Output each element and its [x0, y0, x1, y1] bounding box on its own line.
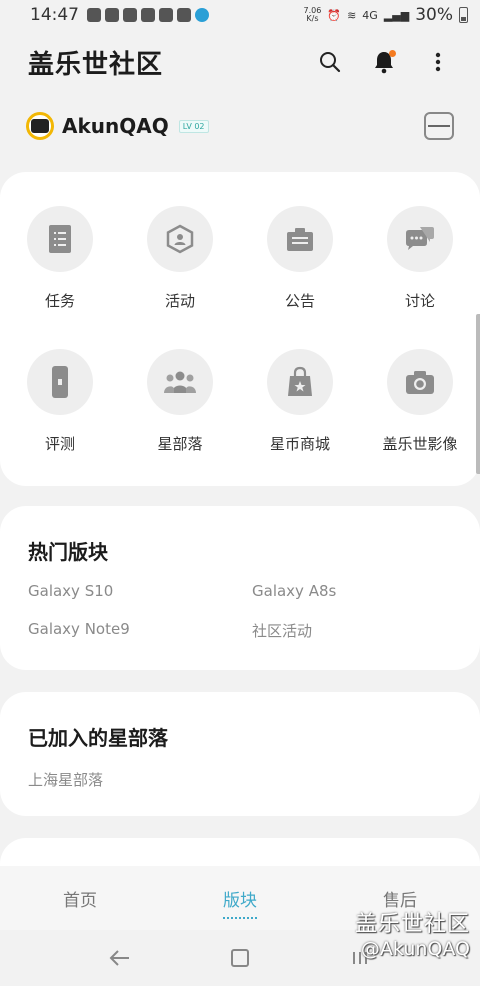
wechat-icon [105, 8, 119, 22]
grid-label: 星币商城 [269, 435, 330, 453]
signal-icon: ▂▄▆ [383, 8, 410, 22]
watermark-title: 盖乐世社区 [354, 912, 470, 937]
grid-label: 讨论 [404, 292, 435, 310]
wechat-icon [123, 8, 137, 22]
level-badge: LV 02 [178, 119, 209, 133]
section-title: 已加入的星部落 [28, 726, 168, 750]
grid-label: 公告 [284, 292, 315, 310]
search-icon [320, 52, 341, 73]
section-link-community-events[interactable]: 社区活动 [252, 620, 452, 641]
wechat-icon [87, 8, 101, 22]
user-profile-row[interactable]: AkunQAQ LV 02 [26, 108, 454, 144]
tribe-link-shanghai[interactable]: 上海星部落 [28, 769, 103, 790]
watermark-handle: @AkunQAQ [360, 938, 470, 960]
notification-icons [87, 8, 209, 22]
more-vertical-icon [435, 52, 441, 72]
scan-button[interactable] [424, 112, 454, 140]
grid-label: 盖乐世影像 [382, 435, 458, 453]
shield-check-icon [195, 8, 209, 22]
phone-review-icon [52, 366, 68, 398]
status-time: 14:47 [30, 5, 79, 25]
followed-tribes-card: 已加入的星部落 上海星部落 [0, 692, 480, 816]
alarm-icon: ⏰ [327, 8, 342, 22]
avatar[interactable] [26, 112, 54, 140]
grid-item-task[interactable]: 任务 [0, 206, 120, 311]
battery-icon [459, 7, 468, 23]
hot-sections-list: Galaxy S10 Galaxy A8s Galaxy Note9 社区活动 [28, 582, 458, 641]
home-square-icon [231, 949, 249, 967]
camera-icon [406, 371, 434, 394]
grid-item-discussion[interactable]: 讨论 [360, 206, 480, 311]
task-list-icon [49, 225, 71, 253]
notification-button[interactable] [370, 48, 398, 76]
feature-grid-card: 任务 活动 公告 讨论 评测 星部落 星币商城 盖乐世影像 [0, 172, 480, 486]
hot-sections-card: 热门版块 Galaxy S10 Galaxy A8s Galaxy Note9 … [0, 506, 480, 670]
group-people-icon [164, 371, 196, 393]
section-title: 热门版块 [28, 540, 108, 564]
notification-dot [389, 50, 396, 57]
grid-label: 任务 [44, 292, 75, 310]
grid-item-review[interactable]: 评测 [0, 349, 120, 454]
grid-item-activity[interactable]: 活动 [120, 206, 240, 311]
grid-item-star-mall[interactable]: 星币商城 [240, 349, 360, 454]
chat-bubbles-icon [406, 227, 434, 250]
back-button[interactable] [100, 938, 140, 978]
notice-board-icon [287, 228, 313, 251]
section-link-galaxy-a8s[interactable]: Galaxy A8s [252, 582, 452, 600]
page-title: 盖乐世社区 [28, 49, 164, 80]
search-button[interactable] [316, 48, 344, 76]
grid-label: 活动 [164, 292, 195, 310]
grid-item-tribe[interactable]: 星部落 [120, 349, 240, 454]
section-link-galaxy-s10[interactable]: Galaxy S10 [28, 582, 252, 600]
grid-label: 评测 [44, 435, 75, 453]
activity-hexagon-icon [166, 224, 194, 254]
scan-icon [428, 125, 450, 127]
battery-percent: 30% [415, 5, 453, 25]
home-button[interactable] [220, 938, 260, 978]
scrollbar[interactable] [476, 314, 480, 474]
wifi-icon: ≋ [347, 8, 357, 22]
network-speed: 7.06 K/s [303, 6, 322, 23]
lock-icon [177, 8, 191, 22]
tab-home[interactable]: 首页 [0, 886, 160, 911]
tab-sections[interactable]: 版块 [160, 886, 320, 911]
back-arrow-icon [109, 950, 129, 966]
network-type: 4G [362, 8, 378, 22]
status-right: 7.06 K/s ⏰ ≋ 4G ▂▄▆ 30% [304, 5, 468, 25]
feature-grid: 任务 活动 公告 讨论 评测 星部落 星币商城 盖乐世影像 [0, 206, 480, 454]
more-button[interactable] [424, 48, 452, 76]
shopping-bag-star-icon [288, 366, 312, 396]
grid-item-notice[interactable]: 公告 [240, 206, 360, 311]
username[interactable]: AkunQAQ [62, 114, 169, 138]
section-link-galaxy-note9[interactable]: Galaxy Note9 [28, 620, 252, 641]
status-bar: 14:47 7.06 K/s ⏰ ≋ 4G ▂▄▆ 30% [0, 0, 480, 30]
translate-icon [141, 8, 155, 22]
account-icon [159, 8, 173, 22]
grid-item-galaxy-imaging[interactable]: 盖乐世影像 [360, 349, 480, 454]
grid-label: 星部落 [157, 435, 203, 453]
app-header: 盖乐世社区 [0, 38, 480, 86]
watermark: 盖乐世社区 @AkunQAQ [355, 906, 470, 960]
